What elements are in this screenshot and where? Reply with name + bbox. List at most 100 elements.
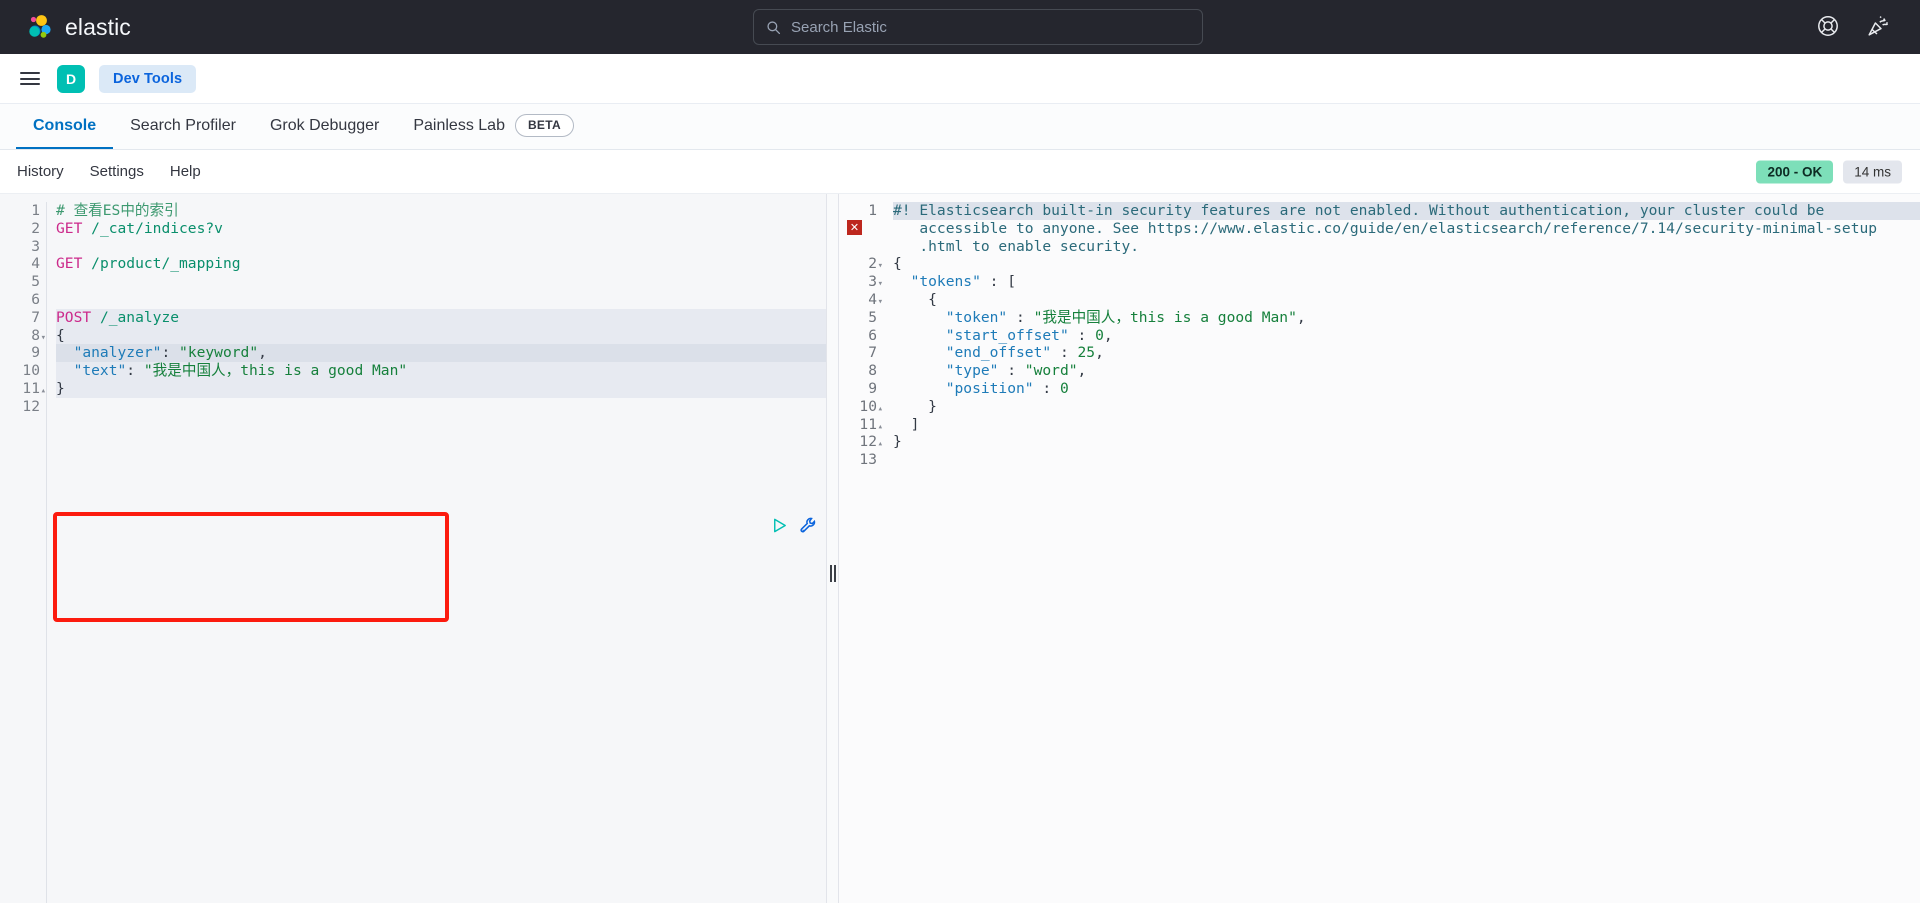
code-line[interactable] [56,291,826,309]
line-number: 11▴ [839,416,877,434]
run-request-play-icon[interactable] [770,516,790,536]
tab-grok-debugger[interactable]: Grok Debugger [253,104,396,149]
token: /_cat/indices?v [91,220,223,237]
fold-toggle-icon[interactable]: ▾ [41,330,46,348]
code-line[interactable]: GET /product/_mapping [56,255,826,273]
token: , [1104,327,1113,344]
token: { [928,291,937,308]
token: "我是中国人，this is a good Man" [1034,309,1297,326]
token [893,362,946,379]
token: : [1034,380,1060,397]
line-number: 7 [0,309,40,327]
request-actions [770,516,819,536]
token: , [1297,309,1306,326]
space-avatar[interactable]: D [57,65,85,93]
help-icon[interactable] [1816,14,1842,40]
line-number: 12 [0,398,40,416]
code-line[interactable]: # 查看ES中的索引 [56,202,826,220]
news-confetti-icon[interactable] [1866,14,1892,40]
line-number: 8▾ [0,327,40,345]
error-marker-icon: ✕ [847,220,862,235]
line-number: 12▴ [839,433,877,451]
tab-label: Grok Debugger [270,117,379,135]
code-line[interactable]: { [56,327,826,345]
request-line-numbers: 12345678▾91011▴12 [0,202,47,903]
token: , [1078,362,1087,379]
toolbar-links: History Settings Help [17,163,227,181]
line-number: 10▴ [839,398,877,416]
code-line[interactable]: } [56,380,826,398]
token: GET [56,255,82,272]
pane-splitter-handle[interactable] [827,194,839,903]
tab-label: Console [33,117,96,135]
line-number: 1 [839,202,877,220]
code-line[interactable] [56,273,826,291]
line-number: 8 [839,362,877,380]
global-search-box[interactable] [753,9,1203,45]
search-input[interactable] [791,19,1190,36]
tab-painless-lab[interactable]: Painless LabBETA [396,104,591,149]
code-line [893,451,1920,469]
code-line: } [893,398,1920,416]
token: "token" [946,309,1008,326]
token: : [161,344,179,361]
token [893,309,946,326]
token [91,309,100,326]
token: { [56,327,65,344]
line-number: 5 [839,309,877,327]
toolbar-help[interactable]: Help [170,163,201,180]
token: { [893,255,902,272]
tab-console[interactable]: Console [16,104,113,149]
elapsed-time-badge: 14 ms [1843,160,1902,183]
breadcrumb-dev-tools[interactable]: Dev Tools [99,65,196,93]
token: } [928,398,937,415]
code-line: .html to enable security. [893,238,1920,256]
response-code: #! Elasticsearch built-in security featu… [883,202,1920,903]
token [893,327,946,344]
line-number: 6 [839,327,877,345]
code-line: "tokens" : [ [893,273,1920,291]
line-number: 4 [0,255,40,273]
fold-toggle-icon[interactable]: ▴ [41,383,46,401]
code-line[interactable]: "text": "我是中国人，this is a good Man" [56,362,826,380]
request-editor-pane[interactable]: 12345678▾91011▴12 # 查看ES中的索引GET /_cat/in… [0,194,827,903]
code-line[interactable]: "analyzer": "keyword", [56,344,826,362]
breadcrumb-bar: D Dev Tools [0,54,1920,104]
token: POST [56,309,91,326]
token: .html to enable security. [893,238,1139,255]
code-line[interactable] [56,398,826,416]
line-number: 9 [839,380,877,398]
code-line[interactable]: GET /_cat/indices?v [56,220,826,238]
token: [ [1007,273,1016,290]
token: # 查看ES中的索引 [56,202,179,219]
token: : [981,273,1007,290]
token: /product/_mapping [91,255,240,272]
tab-search-profiler[interactable]: Search Profiler [113,104,253,149]
tabs-bar: Console Search Profiler Grok Debugger Painl… [0,104,1920,150]
request-editor[interactable]: 12345678▾91011▴12 # 查看ES中的索引GET /_cat/in… [0,194,826,903]
request-code[interactable]: # 查看ES中的索引GET /_cat/indices?vGET /produc… [47,202,826,903]
code-line[interactable] [56,238,826,256]
code-line: "position" : 0 [893,380,1920,398]
token: GET [56,220,82,237]
toolbar-settings[interactable]: Settings [90,163,144,180]
tab-label: Search Profiler [130,117,236,135]
brand[interactable]: elastic [0,12,131,42]
code-line: #! Elasticsearch built-in security featu… [893,202,1920,220]
token: "text" [74,362,127,379]
token: , [258,344,267,361]
code-line: "start_offset" : 0, [893,327,1920,345]
token: "analyzer" [74,344,162,361]
code-line: { [893,255,1920,273]
code-line: accessible to anyone. See https://www.el… [893,220,1920,238]
code-line[interactable]: POST /_analyze [56,309,826,327]
wrench-settings-icon[interactable] [799,516,819,536]
token: } [56,380,65,397]
token [82,220,91,237]
toolbar-history[interactable]: History [17,163,64,180]
response-editor: 12▾3▾4▾5678910▴11▴12▴13 #! Elasticsearch… [839,194,1920,903]
line-number: 3▾ [839,273,877,291]
response-editor-pane[interactable]: 12▾3▾4▾5678910▴11▴12▴13 #! Elasticsearch… [839,194,1920,903]
code-line: { [893,291,1920,309]
hamburger-menu-icon[interactable] [17,66,43,92]
